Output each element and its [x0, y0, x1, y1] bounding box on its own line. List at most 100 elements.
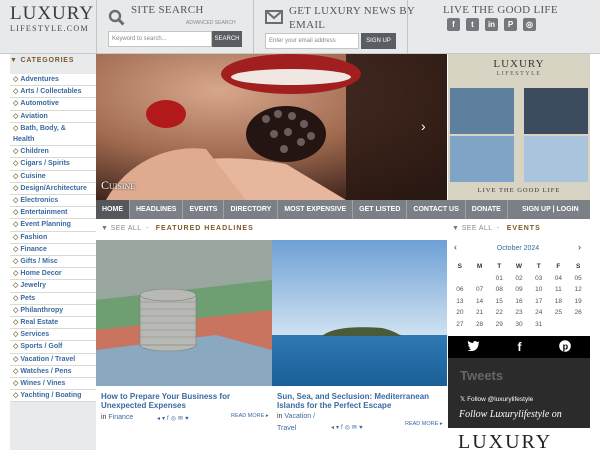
nav-item[interactable]: HEADLINES: [130, 200, 184, 219]
nav-item[interactable]: GET LISTED: [353, 200, 408, 219]
twitter-icon[interactable]: t: [466, 18, 479, 31]
sidebar-item[interactable]: ◇ Real Estate: [10, 317, 96, 330]
sidebar-item[interactable]: ◇ Vacation / Travel: [10, 353, 96, 366]
article-title[interactable]: Sun, Sea, and Seclusion: Mediterranean I…: [277, 392, 443, 410]
calendar-day[interactable]: 10: [529, 284, 549, 296]
sidebar-item[interactable]: ◇ Aviation: [10, 110, 96, 123]
calendar-day[interactable]: 01: [489, 273, 509, 285]
nav-item[interactable]: DIRECTORY: [224, 200, 279, 219]
calendar-day[interactable]: 30: [509, 319, 529, 331]
article-image[interactable]: [272, 240, 447, 386]
pinterest-icon[interactable]: P: [504, 18, 517, 31]
nav-item[interactable]: MOST EXPENSIVE: [278, 200, 354, 219]
sidebar-item[interactable]: ◇ Services: [10, 329, 96, 342]
calendar-day[interactable]: 07: [470, 284, 490, 296]
calendar-day[interactable]: 19: [568, 296, 588, 308]
sidebar-item[interactable]: ◇ Sports / Golf: [10, 341, 96, 354]
sidebar-item[interactable]: ◇ Finance: [10, 243, 96, 257]
calendar-day[interactable]: 25: [549, 307, 569, 319]
featured-see-all-link[interactable]: See All: [111, 225, 142, 232]
sidebar-item[interactable]: ◇ Wines / Vines: [10, 378, 96, 391]
instagram-icon[interactable]: ◎: [523, 18, 536, 31]
nav-item[interactable]: HOME: [96, 200, 130, 219]
sidebar-item[interactable]: ◇ Cigars / Spirits: [10, 158, 96, 171]
sidebar-item[interactable]: ◇ Jewelry: [10, 280, 96, 293]
sidebar-item[interactable]: ◇ Event Planning: [10, 219, 96, 232]
nav-item[interactable]: EVENTS: [183, 200, 225, 219]
calendar-day[interactable]: 26: [568, 307, 588, 319]
calendar-day[interactable]: 21: [470, 307, 490, 319]
chevron-left-icon[interactable]: ‹: [454, 242, 457, 252]
calendar-day[interactable]: 22: [489, 307, 509, 319]
calendar-day[interactable]: 17: [529, 296, 549, 308]
facebook-icon[interactable]: f: [447, 18, 460, 31]
sidebar-item[interactable]: ◇ Design/Architecture: [10, 182, 96, 196]
sidebar-item[interactable]: ◇ Adventures: [10, 74, 96, 87]
twitter-icon[interactable]: [467, 340, 480, 354]
calendar-day[interactable]: 29: [489, 319, 509, 331]
linkedin-icon[interactable]: in: [485, 18, 498, 31]
sidebar-item[interactable]: ◇ Gifts / Misc: [10, 256, 96, 269]
calendar-day[interactable]: 06: [450, 284, 470, 296]
calendar-day[interactable]: 20: [450, 307, 470, 319]
calendar-day[interactable]: 05: [568, 273, 588, 285]
calendar-day[interactable]: 27: [450, 319, 470, 331]
diamond-icon: ◇: [13, 184, 19, 192]
calendar-day[interactable]: 13: [450, 296, 470, 308]
calendar-day[interactable]: 24: [529, 307, 549, 319]
calendar-day[interactable]: 15: [489, 296, 509, 308]
calendar-day[interactable]: 04: [549, 273, 569, 285]
calendar-day[interactable]: 31: [529, 319, 549, 331]
chevron-right-icon[interactable]: ›: [578, 242, 581, 252]
advertisement-panel[interactable]: LUXURY LIFESTYLE LIVE THE GOOD LIFE: [448, 54, 590, 200]
email-field[interactable]: Enter your email address: [265, 33, 359, 49]
facebook-icon[interactable]: f: [517, 340, 521, 354]
calendar-day[interactable]: 12: [568, 284, 588, 296]
sidebar-item[interactable]: ◇ Automotive: [10, 98, 96, 111]
article-category-link[interactable]: Finance: [108, 414, 133, 421]
calendar-day[interactable]: 11: [549, 284, 569, 296]
calendar-day[interactable]: 02: [509, 273, 529, 285]
site-logo[interactable]: LUXURY LIFESTYLE.COM: [10, 4, 96, 50]
share-icons[interactable]: ◂▾f◎✉♥: [157, 415, 191, 422]
read-more-link[interactable]: READ MORE ▸: [405, 421, 443, 427]
search-button[interactable]: SEARCH: [212, 31, 242, 47]
sidebar-item[interactable]: ◇ Bath, Body, &: [10, 122, 96, 135]
calendar-day[interactable]: 28: [470, 319, 490, 331]
sidebar-item[interactable]: ◇ Cuisine: [10, 170, 96, 183]
sidebar-item[interactable]: ◇ Yachting / Boating: [10, 390, 96, 403]
advanced-search-link[interactable]: ADVANCED SEARCH: [186, 20, 236, 26]
pinterest-icon[interactable]: p: [559, 339, 571, 355]
calendar-day[interactable]: 18: [549, 296, 569, 308]
calendar-day[interactable]: 14: [470, 296, 490, 308]
sidebar-item[interactable]: ◇ Entertainment: [10, 207, 96, 220]
signup-login-link[interactable]: SIGN UP | LOGIN: [522, 200, 579, 219]
article-category-link[interactable]: Vacation / Travel: [277, 413, 315, 432]
article-title[interactable]: How to Prepare Your Business for Unexpec…: [101, 392, 269, 410]
sidebar-item[interactable]: ◇ Home Decor: [10, 268, 96, 281]
sidebar-item[interactable]: ◇ Electronics: [10, 195, 96, 208]
calendar-day[interactable]: 08: [489, 284, 509, 296]
calendar-day[interactable]: 16: [509, 296, 529, 308]
search-input[interactable]: Keyword to search...: [108, 31, 212, 47]
nav-item[interactable]: CONTACT US: [407, 200, 466, 219]
sidebar-item[interactable]: ◇ Children: [10, 146, 96, 159]
events-see-all-link[interactable]: See All: [462, 225, 493, 232]
calendar-day[interactable]: 23: [509, 307, 529, 319]
calendar-day[interactable]: 03: [529, 273, 549, 285]
read-more-link[interactable]: READ MORE ▸: [231, 413, 269, 419]
sidebar-item[interactable]: ◇ Watches / Pens: [10, 365, 96, 379]
article-image[interactable]: [96, 240, 272, 386]
sidebar-item[interactable]: ◇ Pets: [10, 292, 96, 305]
sidebar-item[interactable]: ◇ Fashion: [10, 231, 96, 244]
sidebar-item[interactable]: Health: [10, 134, 96, 147]
hero-image[interactable]: [96, 54, 447, 200]
share-icons[interactable]: ◂▾f◎✉♥: [331, 424, 365, 431]
signup-button[interactable]: SIGN UP: [361, 33, 396, 49]
follow-twitter-link[interactable]: 𝕏 Follow @luxurylifestyle: [460, 395, 533, 403]
nav-item[interactable]: DONATE: [466, 200, 508, 219]
chevron-right-icon[interactable]: ›: [421, 118, 426, 134]
sidebar-item[interactable]: ◇ Philanthropy: [10, 304, 96, 318]
sidebar-item[interactable]: ◇ Arts / Collectables: [10, 86, 96, 99]
calendar-day[interactable]: 09: [509, 284, 529, 296]
